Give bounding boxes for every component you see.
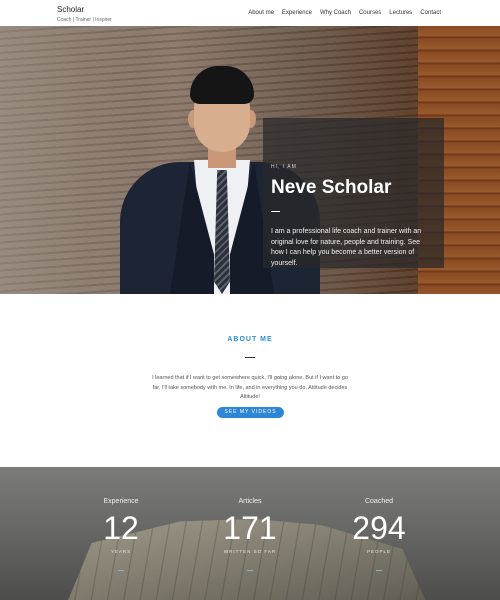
hero-title: Neve Scholar [271, 177, 392, 198]
stat-label: Articles [238, 498, 262, 505]
stat-sub: WRITTEN SO FAR [223, 549, 277, 554]
stat-divider [376, 570, 382, 571]
stat-value: 294 [352, 510, 406, 546]
about-title: ABOUT ME [227, 336, 273, 343]
hero-eyebrow: HI, I AM [271, 164, 297, 170]
main-nav: About me Experience Why Coach Courses Le… [248, 9, 441, 17]
stat-label: Coached [364, 498, 394, 505]
stat-divider [247, 570, 253, 571]
brand-tagline: Coach | Trainer | Inspirer [57, 17, 112, 23]
stat-value: 171 [223, 510, 277, 546]
see-my-videos-button[interactable]: SEE MY VIDEOS [217, 407, 284, 418]
nav-lectures[interactable]: Lectures [389, 9, 412, 17]
about-divider [245, 357, 255, 358]
site-header: Scholar Coach | Trainer | Inspirer About… [0, 0, 500, 26]
nav-experience[interactable]: Experience [282, 9, 312, 17]
stat-divider [118, 570, 124, 571]
nav-courses[interactable]: Courses [359, 9, 381, 17]
nav-contact[interactable]: Contact [420, 9, 441, 17]
nav-about-me[interactable]: About me [248, 9, 274, 17]
hero-description: I am a professional life coach and train… [271, 228, 422, 267]
brand-name[interactable]: Scholar [57, 5, 112, 14]
stat-sub: YEARS [110, 549, 132, 554]
about-text: I learned that if I want to get somewher… [152, 375, 348, 400]
stat-value: 12 [103, 510, 139, 546]
hero-divider [271, 211, 280, 212]
stat-label: Experience [103, 498, 139, 505]
brand[interactable]: Scholar Coach | Trainer | Inspirer [57, 5, 112, 23]
stats-section: Experience 12 YEARS Articles 171 WRITTEN… [0, 467, 500, 600]
nav-why-coach[interactable]: Why Coach [320, 9, 351, 17]
stat-sub: PEOPLE [366, 549, 391, 554]
